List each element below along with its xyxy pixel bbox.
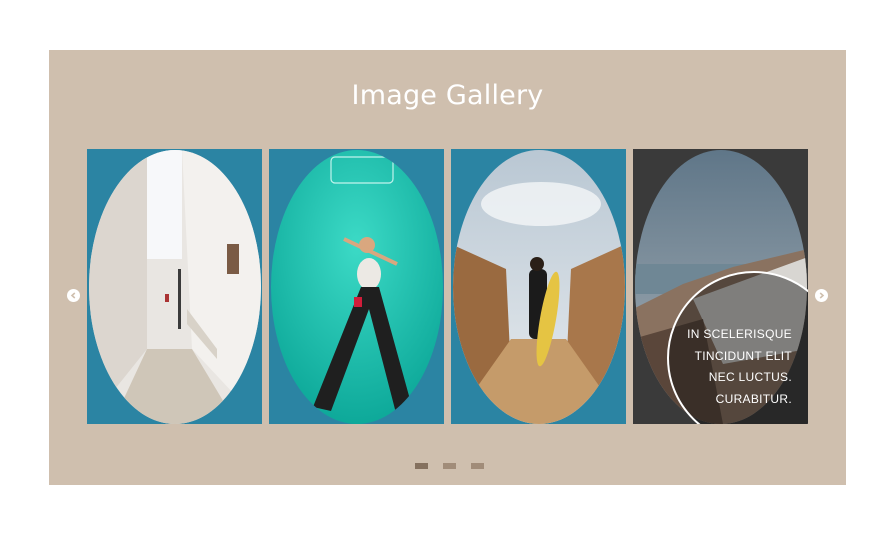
- gallery-slide-2[interactable]: [269, 149, 444, 424]
- slide-caption-line-1: IN SCELERISQUE: [687, 327, 792, 341]
- gallery-slide-3[interactable]: [451, 149, 626, 424]
- gallery-title: Image Gallery: [351, 80, 544, 111]
- pagination-dot-1[interactable]: [415, 463, 428, 469]
- gallery-slide-1[interactable]: [87, 149, 262, 424]
- prev-slide-button[interactable]: [67, 289, 80, 302]
- image-gallery-section: Image Gallery IN SCELERISQUE TINCIDUNT E…: [49, 50, 846, 485]
- slide-caption-line-2: TINCIDUNT ELIT: [694, 348, 792, 363]
- next-slide-button[interactable]: [815, 289, 828, 302]
- white-alley-photo: [89, 150, 261, 424]
- gallery-slide-4[interactable]: IN SCELERISQUE TINCIDUNT ELIT NEC LUCTUS…: [633, 149, 808, 424]
- pagination-dot-2[interactable]: [443, 463, 456, 469]
- slide-caption-line-3: NEC LUCTUS.: [708, 370, 792, 384]
- surfer-boardwalk-photo: [453, 150, 625, 424]
- slide-caption: IN SCELERISQUE TINCIDUNT ELIT NEC LUCTUS…: [652, 324, 792, 410]
- carousel-pagination: [415, 463, 484, 469]
- chevron-right-icon: [819, 292, 825, 299]
- slide-caption-line-4: CURABITUR.: [715, 391, 792, 406]
- pagination-dot-3[interactable]: [471, 463, 484, 469]
- chevron-left-icon: [70, 292, 76, 299]
- neon-sign-woman-photo: [271, 150, 443, 424]
